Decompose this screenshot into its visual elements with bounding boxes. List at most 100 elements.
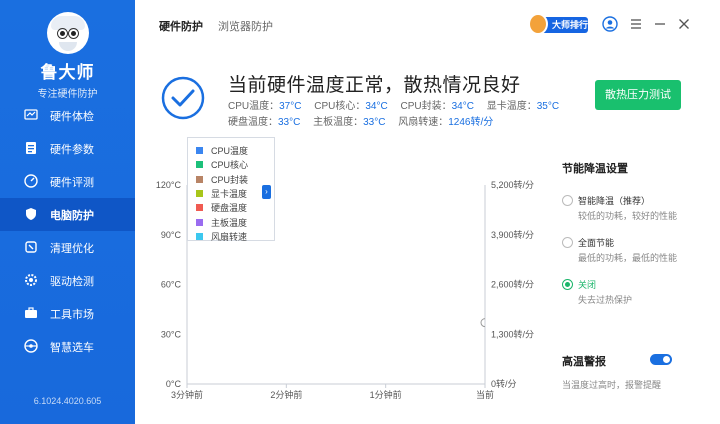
close-icon[interactable] — [676, 16, 692, 32]
right-tick-label: 2,600转/分 — [491, 279, 534, 290]
legend-label: CPU封装 — [211, 174, 249, 185]
sidebar-item-label: 清理优化 — [50, 242, 94, 255]
left-tick-label: 0°C — [166, 379, 182, 389]
current-value-marker — [480, 318, 486, 328]
settings-title: 节能降温设置 — [562, 163, 628, 175]
left-tick-label: 60°C — [161, 280, 182, 290]
legend-label: 风扇转速 — [211, 231, 248, 242]
stress-test-button[interactable]: 散热压力测试 — [595, 80, 681, 110]
radio-smart-cooling[interactable] — [562, 195, 573, 206]
broom-icon — [25, 241, 37, 253]
legend-label: 主板温度 — [211, 217, 248, 228]
left-tick-label: 120°C — [156, 180, 182, 190]
right-tick-label: 1,300转/分 — [491, 328, 534, 339]
legend-label: CPU温度 — [211, 146, 249, 156]
legend-swatch — [196, 147, 203, 154]
temperature-readouts: CPU温度：37°C CPU核心：34°C CPU封装：34°C 显卡温度：35… — [228, 99, 569, 131]
option-desc: 较低的功耗，较好的性能 — [578, 211, 678, 221]
legend-swatch — [196, 204, 203, 212]
legend-swatch — [196, 161, 203, 169]
option-desc: 失去过热保护 — [578, 295, 633, 305]
legend-label: 显卡温度 — [211, 188, 248, 199]
option-label: 智能降温（推荐） — [578, 196, 651, 206]
sidebar-item-driver-check[interactable]: 驱动检测 — [0, 264, 135, 297]
legend-entry[interactable]: 显卡温度 — [196, 187, 247, 200]
minimize-icon[interactable] — [652, 16, 668, 32]
left-tick-label: 30°C — [161, 329, 182, 339]
legend-label: 硬盘温度 — [211, 203, 248, 214]
temps-row-2: 硬盘温度：33°C 主板温度：33°C 风扇转速：1246转/分 — [228, 115, 569, 131]
high-temp-alarm-toggle[interactable] — [650, 354, 672, 365]
temps-row-1: CPU温度：37°C CPU核心：34°C CPU封装：34°C 显卡温度：35… — [228, 99, 569, 115]
sidebar-item-pc-protection[interactable]: 电脑防护 — [0, 198, 135, 231]
sidebar-item-label: 硬件参数 — [50, 143, 94, 156]
monitor-chart-icon — [24, 109, 38, 120]
gpu-temp-item: 显卡温度：35°C — [486, 101, 560, 112]
x-tick-label: 1分钟前 — [370, 389, 402, 400]
board-temp-item: 主板温度：33°C — [313, 117, 386, 128]
app-subtitle: 专注硬件防护 — [37, 89, 98, 100]
sidebar: 鲁大师 专注硬件防护 硬件体检 硬件参数 硬件评测 电脑防护 清理优化 驱动检测 — [0, 0, 135, 424]
sidebar-item-label: 硬件评测 — [50, 176, 94, 189]
sidebar-item-label: 电脑防护 — [50, 209, 94, 222]
legend-entry[interactable]: CPU封装 — [196, 173, 248, 186]
steering-wheel-icon — [24, 339, 38, 353]
legend-entry[interactable]: CPU核心 — [196, 158, 248, 171]
high-temp-alarm-desc: 当温度过高时，报警提醒 — [562, 380, 662, 390]
cooling-settings: 节能降温设置 智能降温（推荐） 较低的功耗，较好的性能 全面节能 最低的功耗，最… — [562, 160, 712, 305]
logo: 鲁大师 专注硬件防护 — [0, 12, 135, 100]
radio-full-energy-saving[interactable] — [562, 237, 573, 248]
tab-hardware-protection[interactable]: 硬件防护 — [159, 18, 203, 34]
option-label: 全面节能 — [578, 238, 615, 248]
check-circle-icon — [161, 76, 205, 120]
legend-entry[interactable]: CPU温度 — [196, 144, 248, 157]
gear-icon — [25, 274, 37, 286]
legend-collapse-button[interactable]: › — [262, 185, 271, 199]
status-title: 当前硬件温度正常，散热情况良好 — [228, 75, 521, 96]
sidebar-item-hardware-benchmark[interactable]: 硬件评测 — [0, 165, 135, 198]
x-tick-label: 2分钟前 — [270, 389, 302, 400]
menu-icon[interactable] — [628, 16, 644, 32]
app-name: 鲁大师 — [40, 63, 95, 82]
cpu-core-item: CPU核心：34°C — [314, 101, 388, 112]
sidebar-item-tool-market[interactable]: 工具市场 — [0, 297, 135, 330]
document-list-icon — [26, 142, 36, 154]
legend-swatch — [196, 218, 203, 226]
user-account-icon[interactable] — [602, 16, 618, 32]
left-tick-label: 90°C — [161, 230, 182, 240]
right-tick-label: 5,200转/分 — [491, 179, 534, 190]
shield-icon — [26, 208, 36, 220]
legend-swatch — [196, 232, 203, 240]
main-panel: 当前硬件温度正常，散热情况良好 CPU温度：37°C CPU核心：34°C CP… — [135, 48, 720, 424]
toolbox-icon — [25, 307, 37, 318]
speedometer-icon — [24, 174, 38, 188]
legend-entry[interactable]: 硬盘温度 — [196, 201, 247, 214]
radio-off[interactable] — [562, 279, 573, 290]
sidebar-item-smart-car[interactable]: 智慧选车 — [0, 330, 135, 363]
sidebar-item-hardware-check[interactable]: 硬件体检 — [0, 99, 135, 132]
legend-entry[interactable]: 风扇转速 — [196, 230, 247, 243]
right-tick-label: 3,900转/分 — [491, 229, 534, 240]
header: 硬件防护 浏览器防护 大师排行 — [135, 0, 720, 48]
sidebar-item-hardware-params[interactable]: 硬件参数 — [0, 132, 135, 165]
legend-swatch — [196, 189, 203, 197]
disk-temp-item: 硬盘温度：33°C — [228, 117, 301, 128]
sidebar-item-label: 智慧选车 — [50, 341, 94, 354]
legend-label: CPU核心 — [211, 160, 249, 171]
sidebar-item-label: 驱动检测 — [50, 275, 94, 288]
tab-browser-protection[interactable]: 浏览器防护 — [218, 18, 273, 34]
master-rank-button[interactable]: 大师排行 — [528, 13, 590, 35]
sidebar-item-label: 硬件体检 — [50, 110, 94, 123]
legend-entry[interactable]: 主板温度 — [196, 216, 247, 229]
master-lu-logo-icon — [46, 12, 89, 54]
high-temp-alarm-title: 高温警报 — [562, 356, 606, 368]
legend-swatch — [196, 175, 203, 183]
sidebar-item-label: 工具市场 — [50, 308, 94, 321]
right-tick-label: 0转/分 — [491, 378, 517, 389]
rank-avatar-icon — [528, 13, 548, 35]
sidebar-item-cleanup[interactable]: 清理优化 — [0, 231, 135, 264]
fan-speed-item: 风扇转速：1246转/分 — [398, 117, 494, 128]
sidebar-nav: 硬件体检 硬件参数 硬件评测 电脑防护 清理优化 驱动检测 工具市场 智慧选车 — [0, 99, 135, 363]
cpu-temp-item: CPU温度：37°C — [228, 101, 302, 112]
cpu-package-item: CPU封装：34°C — [400, 101, 474, 112]
